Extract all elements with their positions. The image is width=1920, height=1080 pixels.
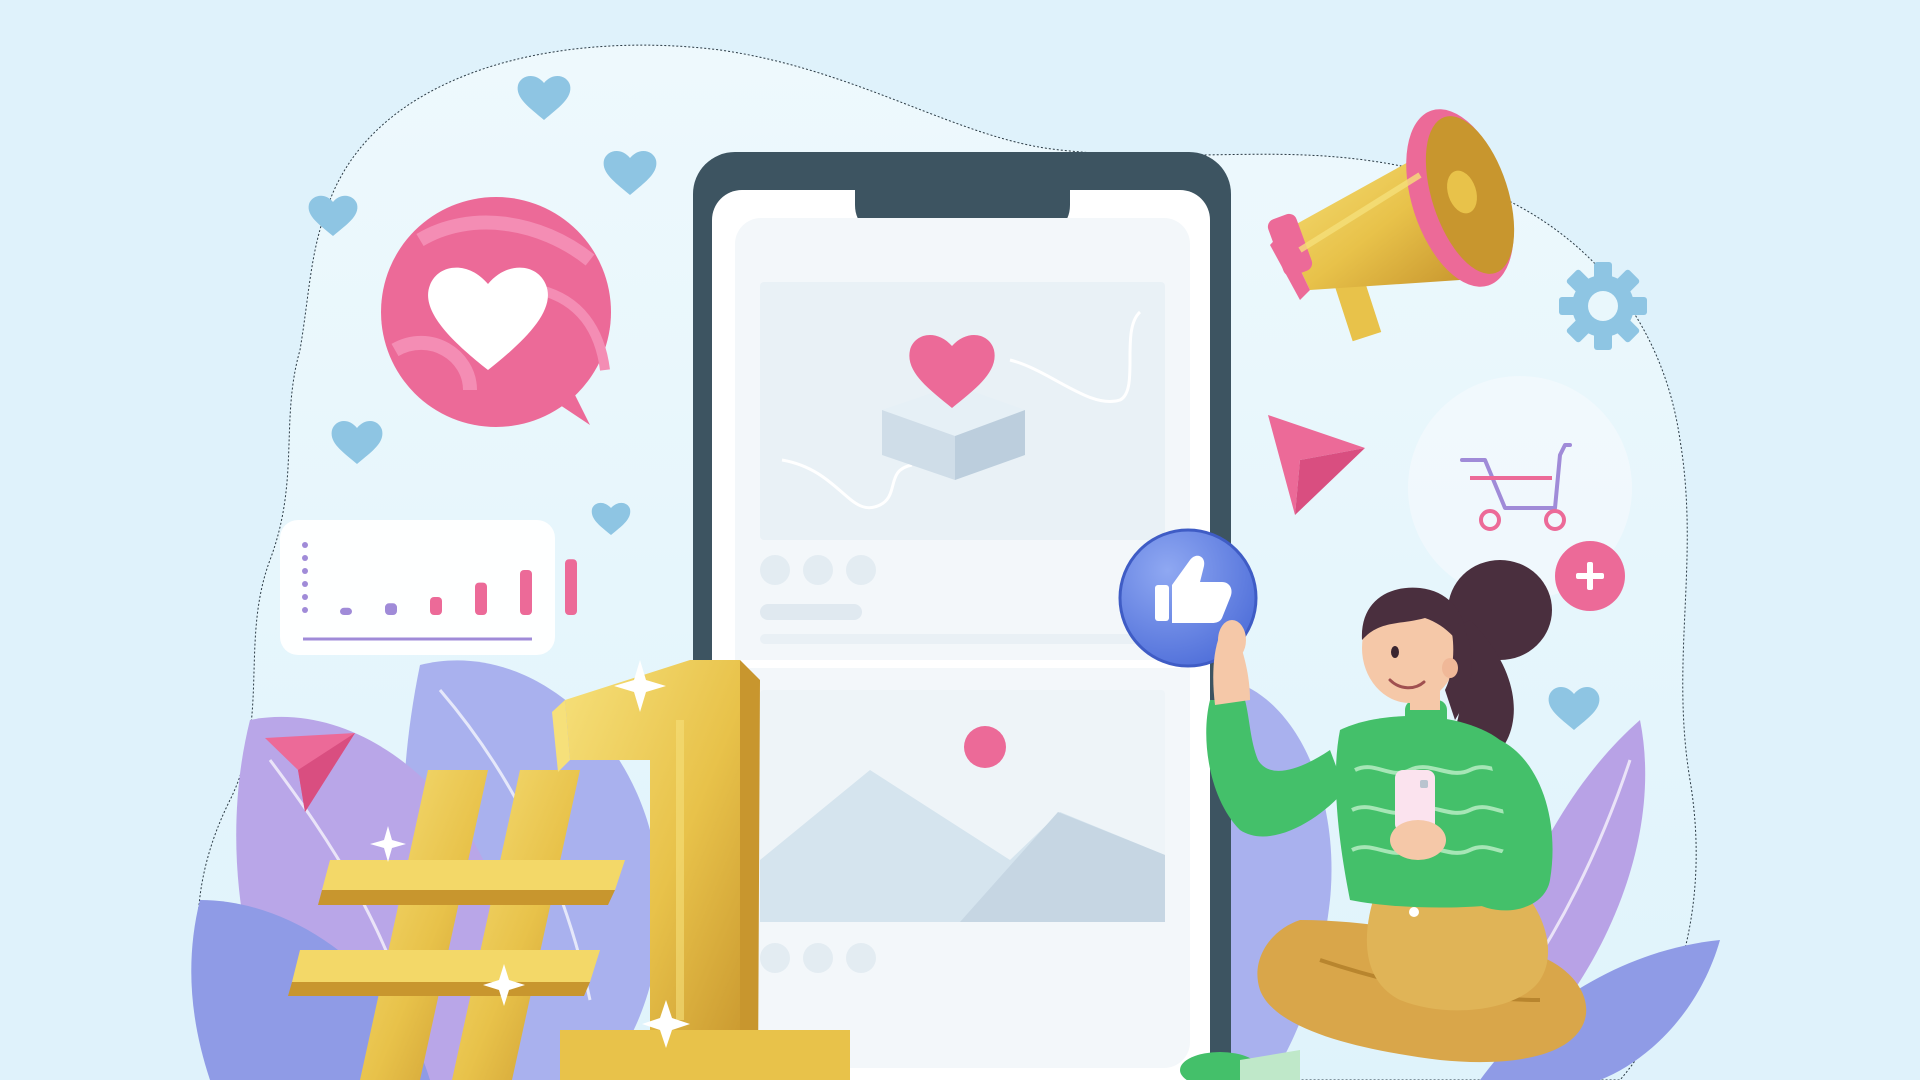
chart-bar — [385, 603, 397, 615]
plus-icon — [1555, 541, 1625, 611]
bar-chart-card-icon — [280, 520, 577, 655]
gear-icon — [1559, 262, 1647, 350]
marketing-illustration — [0, 0, 1920, 1080]
chart-bar — [430, 597, 442, 615]
heart-speech-bubble-icon — [381, 197, 611, 427]
chart-bar — [520, 570, 532, 615]
chart-bar — [565, 559, 577, 615]
chart-bar — [340, 607, 352, 615]
image-placeholder-icon — [760, 690, 1165, 922]
chart-bar — [475, 582, 487, 615]
illustration-canvas — [191, 44, 1720, 1080]
